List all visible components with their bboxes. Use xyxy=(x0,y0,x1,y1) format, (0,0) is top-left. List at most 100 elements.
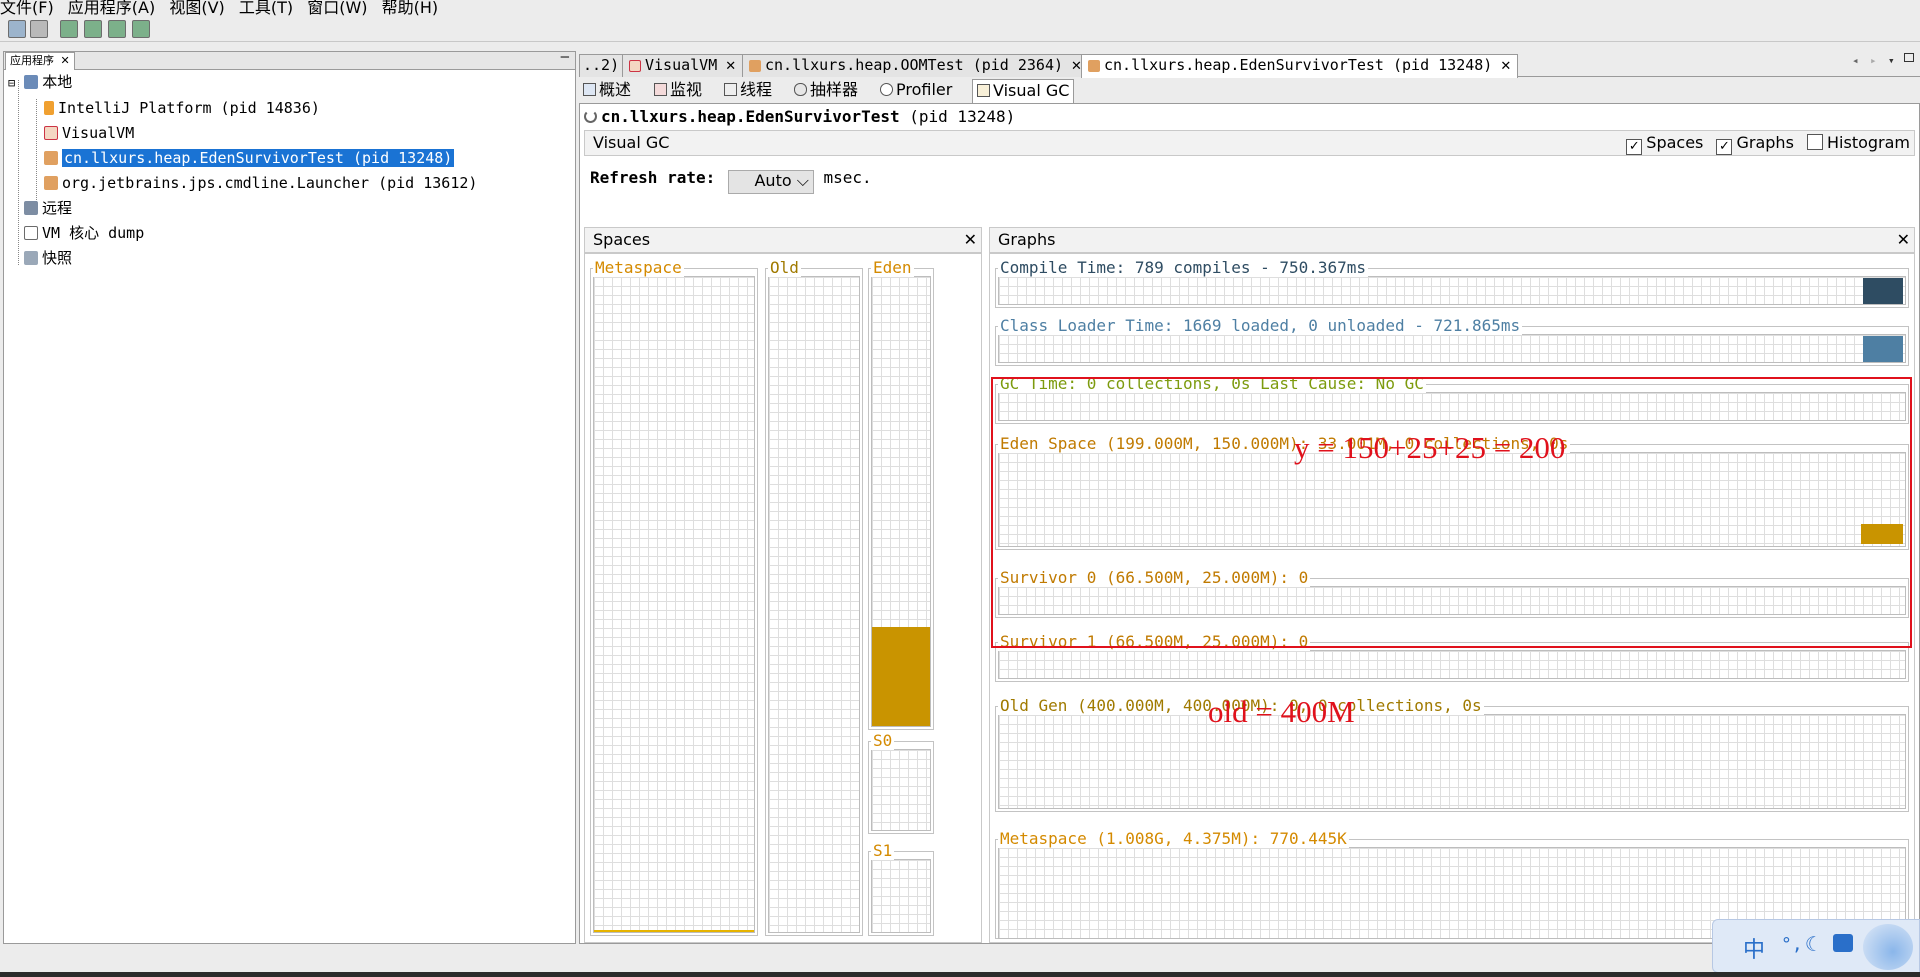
close-icon[interactable]: ✕ xyxy=(1500,59,1511,74)
tab-threads[interactable]: 线程 xyxy=(720,79,776,103)
tree-node-edensurvivortest[interactable]: cn.llxurs.heap.EdenSurvivorTest (pid 132… xyxy=(44,148,455,170)
profiler-icon xyxy=(880,83,893,96)
s1-space-grid xyxy=(871,859,931,933)
tab-applications-label: 应用程序 xyxy=(10,54,54,67)
scroll-right-icon[interactable]: ▸ xyxy=(1870,54,1877,67)
add-vm-coredump-icon[interactable] xyxy=(30,20,48,38)
menu-help[interactable]: 帮助(H) xyxy=(382,0,439,17)
tab-sampler[interactable]: 抽样器 xyxy=(790,79,862,103)
applications-panel: 应用程序 ✕ – ⊟ 本地 IntelliJ Platform (pid 148… xyxy=(3,49,576,944)
old-space-grid xyxy=(768,276,860,933)
menu-file[interactable]: 文件(F) xyxy=(0,0,54,17)
graphs-checkbox[interactable]: ✓ Graphs xyxy=(1716,133,1794,155)
tree-node-local[interactable]: ⊟ 本地 xyxy=(8,72,72,94)
app-title: cn.llxurs.heap.EdenSurvivorTest (pid 132… xyxy=(584,107,1015,126)
tab-applications[interactable]: 应用程序 ✕ xyxy=(5,52,75,70)
spaces-checkbox[interactable]: ✓ Spaces xyxy=(1626,133,1703,155)
tree-node-remote[interactable]: 远程 xyxy=(24,198,72,220)
tab-monitor[interactable]: 监视 xyxy=(650,79,706,103)
tab-oomtest[interactable]: cn.llxurs.heap.OOMTest (pid 2364) ✕ xyxy=(742,54,1089,77)
toolbar xyxy=(0,16,1920,42)
menu-window[interactable]: 窗口(W) xyxy=(307,0,367,17)
eden-space-grid xyxy=(871,276,931,727)
class-loader-graph xyxy=(998,334,1906,363)
close-icon[interactable]: ✕ xyxy=(725,59,736,74)
class-loader-label: Class Loader Time: 1669 loaded, 0 unload… xyxy=(998,316,1523,335)
menu-bar: 文件(F) 应用程序(A) 视图(V) 工具(T) 窗口(W) 帮助(H) xyxy=(0,0,447,17)
metaspace-graph-label: Metaspace (1.008G, 4.375M): 770.445K xyxy=(998,829,1349,848)
skin-icon[interactable] xyxy=(1833,934,1853,952)
loading-spinner-icon xyxy=(584,110,597,123)
scroll-left-icon[interactable]: ◂ xyxy=(1852,54,1859,67)
tree-node-intellij[interactable]: IntelliJ Platform (pid 14836) xyxy=(44,98,320,120)
remote-icon xyxy=(24,201,38,215)
punctuation-icon[interactable]: °, xyxy=(1781,934,1803,955)
tree-line xyxy=(36,99,37,208)
tab-list-icon[interactable]: ▾ xyxy=(1888,54,1895,67)
threads-icon xyxy=(724,83,737,96)
java-app-icon xyxy=(1088,60,1100,72)
menu-applications[interactable]: 应用程序(A) xyxy=(68,0,155,17)
compile-time-label: Compile Time: 789 compiles - 750.367ms xyxy=(998,258,1369,277)
histogram-checkbox[interactable]: Histogram xyxy=(1807,133,1910,152)
taskbar-edge xyxy=(0,972,1920,977)
java-app-icon xyxy=(44,101,54,115)
visual-gc-content: cn.llxurs.heap.EdenSurvivorTest (pid 132… xyxy=(579,103,1920,944)
sampler-icon xyxy=(794,83,807,96)
tab-visualvm[interactable]: VisualVM ✕ xyxy=(622,54,744,77)
collapse-icon[interactable]: ⊟ xyxy=(8,76,15,90)
s0-space-grid xyxy=(871,749,931,831)
close-icon[interactable]: ✕ xyxy=(964,228,977,252)
tree-node-snapshots[interactable]: 快照 xyxy=(24,248,72,270)
add-jmx-connection-icon[interactable] xyxy=(8,20,26,38)
moon-icon[interactable]: ☾ xyxy=(1805,932,1817,956)
visual-gc-icon xyxy=(977,84,990,97)
compare-snapshots-icon[interactable] xyxy=(132,20,150,38)
ime-language-label[interactable]: 中 xyxy=(1743,932,1765,964)
view-tabs: 概述 监视 线程 抽样器 Profiler Visual GC xyxy=(579,79,1920,103)
tree-node-coredump[interactable]: VM 核心 dump xyxy=(24,223,144,245)
metaspace-fill xyxy=(594,930,754,932)
eden-space-label: Eden xyxy=(871,258,914,277)
computer-icon xyxy=(24,75,39,89)
menu-view[interactable]: 视图(V) xyxy=(169,0,224,17)
compile-time-graph xyxy=(998,276,1906,305)
document-tabbar: ..2) VisualVM ✕ cn.llxurs.heap.OOMTest (p… xyxy=(579,51,1920,78)
java-app-icon xyxy=(44,151,58,165)
eden-fill xyxy=(872,627,930,726)
close-icon[interactable]: ✕ xyxy=(1897,228,1910,252)
tab-profiler[interactable]: Profiler xyxy=(876,79,956,103)
coredump-icon xyxy=(24,226,38,240)
tree-node-launcher[interactable]: org.jetbrains.jps.cmdline.Launcher (pid … xyxy=(44,173,477,195)
tab-visual-gc[interactable]: Visual GC xyxy=(972,79,1075,103)
metaspace-space-label: Metaspace xyxy=(593,258,684,277)
refresh-rate-select[interactable]: Auto ⌵ xyxy=(727,170,814,194)
thread-dump-icon[interactable] xyxy=(84,20,102,38)
main-area: ..2) VisualVM ✕ cn.llxurs.heap.OOMTest (p… xyxy=(579,51,1920,944)
java-app-icon xyxy=(44,176,58,190)
tree-line xyxy=(18,80,19,265)
checkmark-icon: ✓ xyxy=(1626,139,1643,155)
ime-logo-icon xyxy=(1863,924,1913,970)
tab-overflow[interactable]: ..2) xyxy=(579,54,624,77)
tree-node-visualvm[interactable]: VisualVM xyxy=(44,123,134,145)
young-gen-highlight-box xyxy=(991,377,1912,648)
visual-gc-header: Visual GC ✓ Spaces ✓ Graphs Histogram xyxy=(584,130,1915,156)
minimize-icon[interactable]: – xyxy=(561,49,569,65)
checkmark-icon: ✓ xyxy=(1716,139,1733,155)
metaspace-space-grid xyxy=(593,276,755,933)
chevron-down-icon: ⌵ xyxy=(796,171,809,190)
spaces-panel: Metaspace Old Eden S0 S1 xyxy=(584,253,982,943)
menu-tools[interactable]: 工具(T) xyxy=(239,0,293,17)
refresh-rate-row: Refresh rate: Auto ⌵ msec. xyxy=(590,168,872,194)
tab-overview[interactable]: 概述 xyxy=(579,79,635,103)
maximize-icon[interactable] xyxy=(1904,53,1914,62)
checkbox-empty-icon xyxy=(1807,134,1823,150)
snapshot-icon[interactable] xyxy=(108,20,126,38)
heap-dump-icon[interactable] xyxy=(60,20,78,38)
ime-toolbar: 中 °, ☾ xyxy=(1712,919,1920,973)
applications-tabbar: 应用程序 ✕ – xyxy=(4,49,575,70)
tab-edensurvivortest[interactable]: cn.llxurs.heap.EdenSurvivorTest (pid 132… xyxy=(1081,54,1519,78)
s1-space-label: S1 xyxy=(871,841,895,860)
close-icon[interactable]: ✕ xyxy=(61,54,70,67)
